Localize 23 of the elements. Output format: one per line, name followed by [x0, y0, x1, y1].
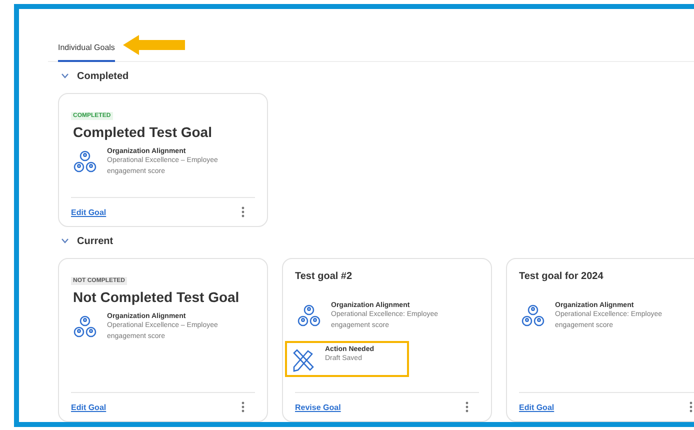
chevron-icon[interactable]	[61, 73, 69, 79]
goal-title: Test goal for 2024	[519, 271, 604, 282]
edit-goal-link[interactable]: Edit Goal	[71, 208, 106, 216]
goal-title: Not Completed Test Goal	[73, 289, 240, 305]
people-network-icon	[297, 304, 321, 328]
people-network-icon	[73, 315, 97, 339]
section-title: Completed	[77, 70, 129, 82]
more-icon[interactable]	[465, 401, 469, 413]
more-icon[interactable]	[689, 401, 693, 413]
goal-title: Test goal #2	[295, 271, 354, 282]
more-icon[interactable]	[241, 206, 245, 218]
people-network-icon	[73, 150, 97, 174]
people-network-icon	[521, 304, 545, 328]
section-title: Current	[77, 236, 114, 246]
pencil-ruler-icon	[291, 348, 315, 372]
arrow-icon	[122, 35, 185, 55]
chevron-icon[interactable]	[61, 238, 69, 244]
more-icon[interactable]	[241, 401, 245, 413]
edit-goal-link[interactable]: Edit Goal	[71, 402, 106, 412]
edit-goal-link[interactable]: Revise Goal	[295, 402, 341, 412]
tab[interactable]: Individual Goals	[58, 43, 115, 62]
edit-goal-link[interactable]: Edit Goal	[519, 402, 554, 412]
goal-title: Completed Test Goal	[73, 124, 213, 140]
